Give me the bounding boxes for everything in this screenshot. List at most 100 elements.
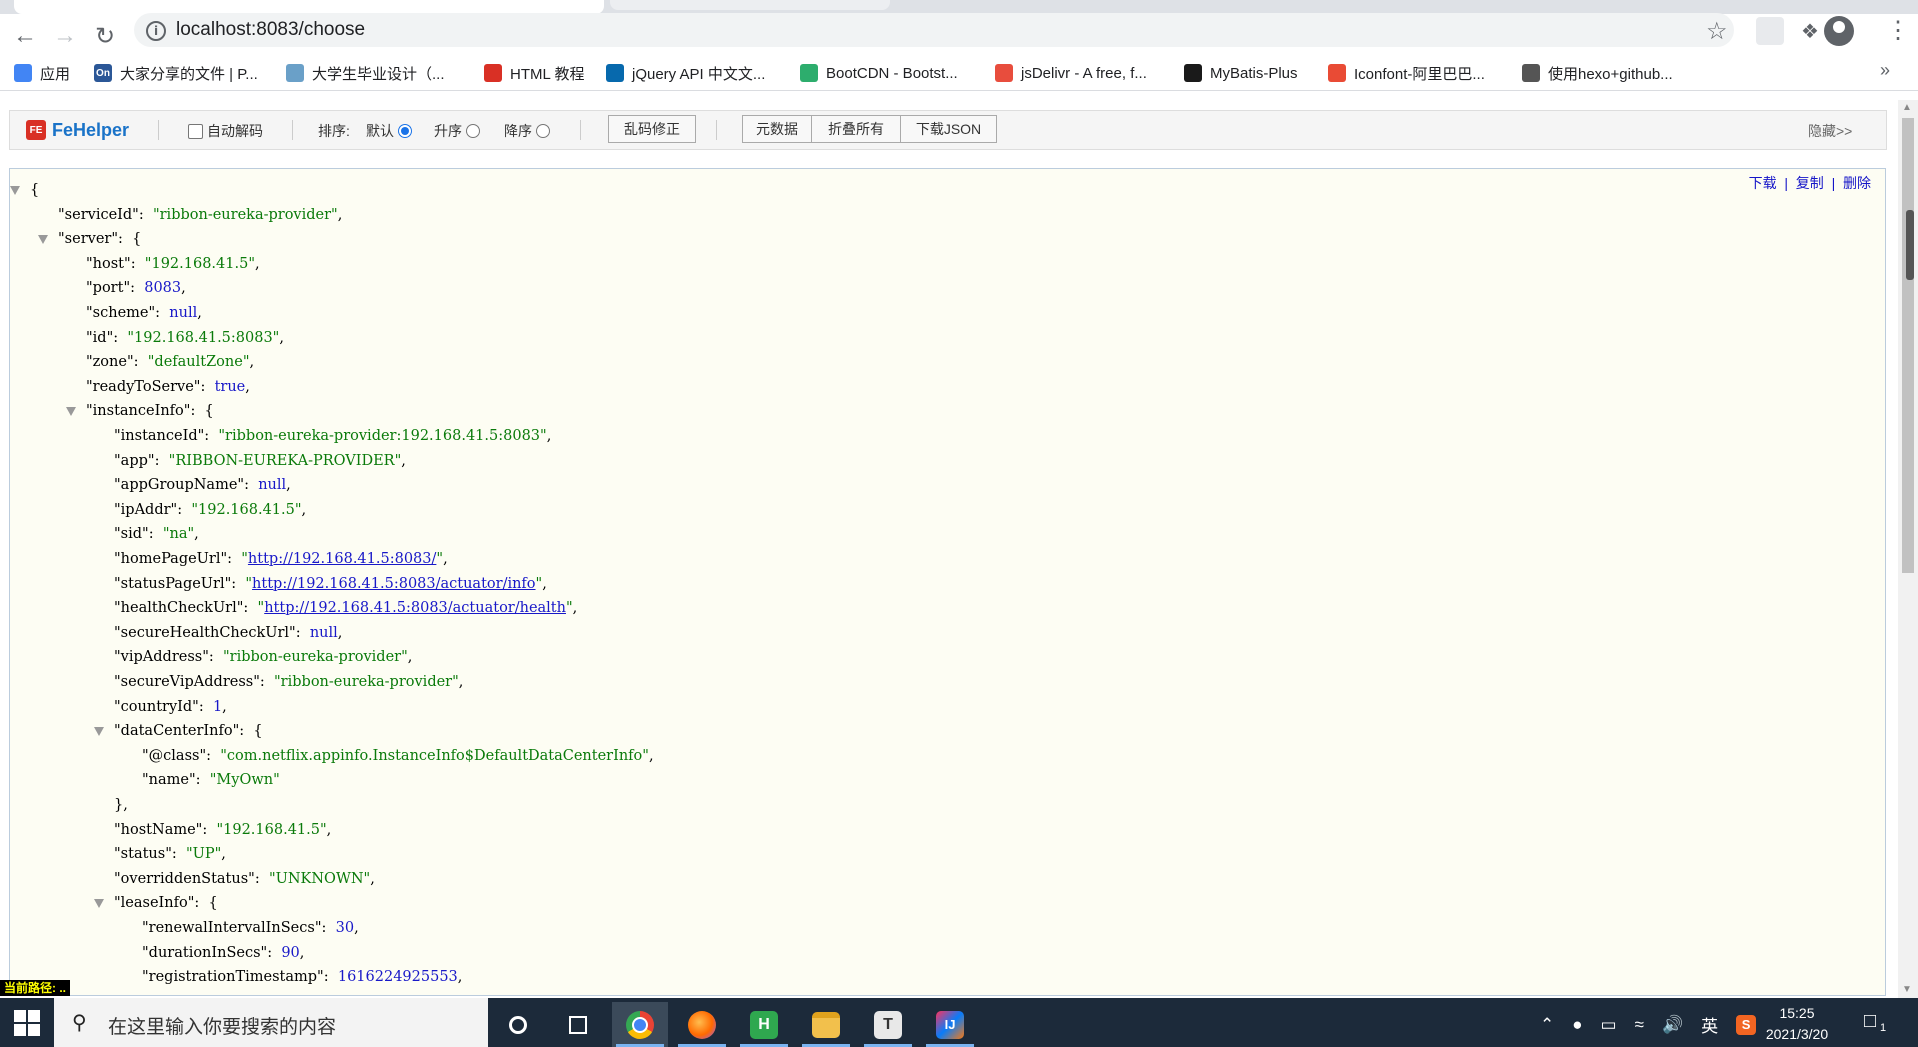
ime-indicator[interactable]: 英 [1701,1012,1718,1037]
taskbar-clock[interactable]: 15:25 2021/3/20 [1752,1003,1842,1045]
json-value: 1 [212,698,223,715]
json-url-link[interactable]: http://192.168.41.5:8083/ [248,551,436,567]
hide-toolbar-link[interactable]: 隐藏>> [1808,121,1852,141]
fold-all-button[interactable]: 折叠所有 [811,115,901,143]
json-value: true [214,378,246,395]
json-line: "renewalIntervalInSecs": 30, [142,917,359,939]
collapse-toggle-icon[interactable] [38,235,48,245]
sort-label: 排序: [318,123,350,139]
json-punct: , [326,821,332,838]
json-line: "id": "192.168.41.5:8083", [86,327,284,349]
cortana-icon[interactable] [490,1002,546,1047]
bookmark-star-icon[interactable]: ☆ [1706,17,1728,46]
collapse-toggle-icon[interactable] [66,407,76,417]
scroll-down-icon[interactable]: ▼ [1902,984,1912,995]
sort-desc-radio[interactable] [535,124,550,138]
json-punct: , [461,994,466,995]
bookmark-item[interactable]: jsDelivr - A free, f... [995,62,1147,84]
sort-asc-option[interactable]: 升序 [434,121,480,141]
tab-inactive[interactable] [610,0,890,10]
meta-data-button[interactable]: 元数据 [742,115,812,143]
sort-desc-option[interactable]: 降序 [504,121,550,141]
delete-link[interactable]: 删除 [1843,175,1871,191]
hbuilder-icon[interactable]: H [736,1002,792,1047]
bookmarks-overflow-icon[interactable]: » [1880,60,1890,81]
bookmark-item[interactable]: MyBatis-Plus [1184,62,1298,84]
tab-active[interactable] [14,0,604,14]
sort-default-radio[interactable] [397,124,412,138]
auto-decode-checkbox[interactable]: 自动解码 [188,121,263,141]
bookmark-item[interactable]: On 大家分享的文件 | P... [94,62,258,84]
json-punct: : [227,551,242,567]
chevron-up-icon[interactable]: ⌃ [1540,1015,1554,1035]
iconfont-icon [1328,64,1346,82]
address-bar[interactable] [134,13,1734,47]
bookmark-item[interactable]: Iconfont-阿里巴巴... [1328,62,1485,84]
extension-fehelper-icon[interactable] [1756,17,1784,45]
fehelper-logo-icon: FE [26,120,46,140]
bookmark-item[interactable]: 应用 [14,62,70,84]
address-url[interactable]: localhost:8083/choose [176,19,365,41]
download-link[interactable]: 下载 [1749,175,1777,191]
json-punct: : { [239,723,263,740]
collapse-toggle-icon[interactable] [94,899,104,909]
fix-encoding-button[interactable]: 乱码修正 [608,115,696,143]
intellij-icon[interactable]: IJ [922,1002,978,1047]
json-punct: , [279,329,284,346]
bookmark-item[interactable]: jQuery API 中文文... [606,62,765,84]
checkbox-box[interactable] [188,123,203,139]
bookmark-label: MyBatis-Plus [1210,64,1298,82]
task-view-icon[interactable] [550,1002,606,1047]
json-line: "registrationTimestamp": 1616224925553, [142,966,462,988]
menu-kebab-icon[interactable]: ⋮ [1886,16,1910,45]
json-string: "na" [162,526,195,543]
windows-start-icon[interactable] [14,1010,40,1036]
forward-icon[interactable]: → [48,19,82,53]
wifi-icon[interactable]: ≈ [1635,1015,1644,1035]
typora-icon[interactable]: T [860,1002,916,1047]
bookmark-item[interactable]: BootCDN - Bootst... [800,62,958,84]
extensions-puzzle-icon[interactable]: ❖ [1796,17,1824,45]
taskbar-search-placeholder[interactable]: 在这里输入你要搜索的内容 [108,1012,336,1039]
json-value: null [169,305,198,321]
collapse-toggle-icon[interactable] [94,727,104,737]
bookmark-item[interactable]: 大学生毕业设计（... [286,62,445,84]
json-key: "registrationTimestamp" [142,969,324,986]
json-punct: , [457,969,463,986]
json-viewer: 下载 | 复制 | 删除 {"serviceId": "ribbon-eurek… [9,168,1886,996]
scroll-up-icon[interactable]: ▲ [1902,102,1912,113]
profile-avatar[interactable] [1824,16,1854,46]
json-line: "port": 8083, [86,277,186,299]
scrollbar-thumb[interactable] [1902,118,1914,573]
json-punct: , [286,477,291,494]
bookmark-item[interactable]: 使用hexo+github... [1522,62,1673,84]
chrome-icon[interactable] [612,1002,668,1047]
json-punct: : [138,206,153,223]
site-info-icon[interactable]: i [146,21,166,41]
volume-icon[interactable]: 🔊 [1662,1015,1683,1035]
firefox-icon[interactable] [674,1002,730,1047]
notification-center-icon[interactable]: □ 1 [1864,1010,1886,1034]
reload-icon[interactable]: ↻ [88,19,122,53]
json-key: "host" [86,255,131,272]
json-line: "instanceInfo": { [86,400,214,422]
sort-asc-radio[interactable] [465,124,480,138]
battery-icon[interactable]: ▭ [1601,1015,1617,1035]
json-url-link[interactable]: http://192.168.41.5:8083/actuator/info [252,576,535,592]
collapse-toggle-icon[interactable] [10,186,20,195]
bookmark-item[interactable]: HTML 教程 [484,62,584,84]
json-punct: , [546,428,552,444]
back-icon[interactable]: ← [8,19,42,53]
qq-icon[interactable]: ● [1572,1015,1582,1035]
sort-default-label: 默认 [366,123,394,139]
json-url-link[interactable]: http://192.168.41.5:8083/actuator/health [264,600,566,616]
file-explorer-icon[interactable] [798,1002,854,1047]
download-json-button[interactable]: 下载JSON [900,115,997,143]
json-punct: : [204,428,219,444]
json-line: "vipAddress": "ribbon-eureka-provider", [114,646,412,668]
json-key: "status" [114,846,172,863]
copy-link[interactable]: 复制 [1796,175,1824,191]
json-string: "ribbon-eureka-provider" [274,674,459,690]
json-punct: { [30,182,40,198]
sort-default-option[interactable]: 默认 [366,121,412,141]
